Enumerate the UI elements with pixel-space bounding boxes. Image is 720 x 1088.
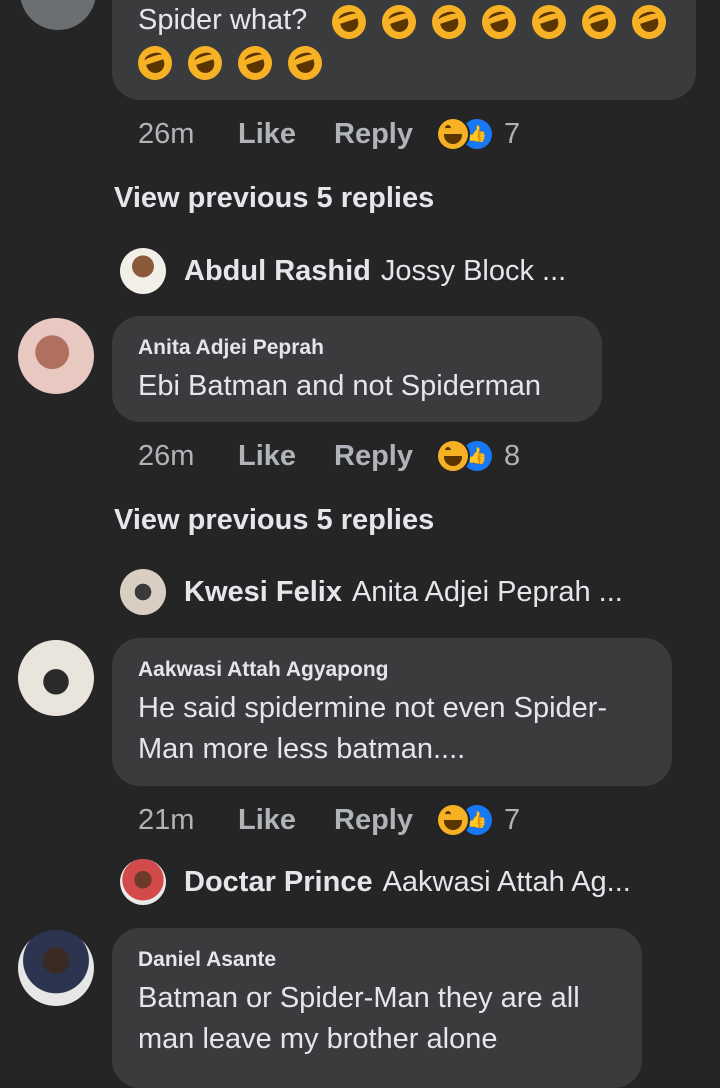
reply-snippet: Anita Adjei Peprah ... (351, 575, 623, 608)
reply-preview[interactable]: Kwesi Felix Anita Adjei Peprah ... (120, 568, 623, 616)
rofl-emoji-icon (233, 41, 277, 85)
comment-time: 26m (138, 439, 195, 472)
comment-text-line: Man more less batman.... (138, 733, 466, 765)
comment-text-line: He said spidermine not even Spider- (138, 692, 608, 724)
rofl-emoji-icon (577, 0, 621, 44)
laugh-reaction-icon (438, 805, 468, 835)
laugh-reaction-icon (438, 441, 468, 471)
reply-button[interactable]: Reply (334, 804, 438, 837)
comment-actions: 26m Like Reply 👍 8 (138, 436, 520, 476)
comment-text-line: man leave my brother alone (138, 1023, 498, 1055)
reaction-count: 7 (504, 803, 521, 836)
rofl-emoji-icon (133, 41, 177, 85)
comment-author-name[interactable]: Anita Adjei Peprah (138, 336, 324, 360)
reaction-count: 7 (504, 117, 521, 150)
avatar[interactable] (18, 640, 94, 716)
rofl-emoji-icon (283, 41, 327, 85)
view-previous-replies-link[interactable]: View previous 5 replies (114, 504, 434, 537)
rofl-emoji-icon (477, 0, 521, 44)
avatar[interactable] (120, 859, 166, 905)
reply-button[interactable]: Reply (334, 440, 438, 473)
reply-snippet: Jossy Block ... (380, 254, 567, 287)
like-button[interactable]: Like (238, 440, 334, 473)
avatar[interactable] (120, 248, 166, 294)
comment-text-line: Batman or Spider-Man they are all (138, 982, 580, 1014)
comment-actions: 21m Like Reply 👍 7 (138, 800, 520, 840)
reaction-summary[interactable]: 👍 8 (438, 440, 520, 473)
avatar-top-partial[interactable] (20, 0, 96, 30)
like-button[interactable]: Like (238, 804, 334, 837)
rofl-emoji-icon (627, 0, 671, 44)
reaction-count: 8 (504, 439, 521, 472)
reaction-summary[interactable]: 👍 7 (438, 804, 520, 837)
laugh-reaction-icon (438, 119, 468, 149)
emoji-row (133, 41, 338, 85)
rofl-emoji-icon (527, 0, 571, 44)
reply-author-name[interactable]: Abdul Rashid (184, 255, 371, 288)
reply-author-name[interactable]: Doctar Prince (184, 866, 373, 899)
like-button[interactable]: Like (238, 118, 334, 151)
comment-text-line: Spider what? (138, 0, 307, 41)
comment-bubble[interactable]: Aakwasi Attah Agyapong He said spidermin… (112, 638, 672, 786)
comment-text: Ebi Batman and not Spiderman (138, 370, 542, 402)
comment-bubble[interactable]: Spider what? (112, 0, 696, 100)
rofl-emoji-icon (427, 0, 471, 44)
reply-author-name[interactable]: Kwesi Felix (184, 576, 342, 609)
reply-preview[interactable]: Abdul Rashid Jossy Block ... (120, 247, 566, 295)
emoji-row (327, 0, 682, 44)
reaction-summary[interactable]: 👍 7 (438, 118, 520, 151)
comment-time: 26m (138, 117, 195, 150)
avatar[interactable] (18, 930, 94, 1006)
comment-time: 21m (138, 803, 195, 836)
rofl-emoji-icon (377, 0, 421, 44)
comment-bubble[interactable]: Daniel Asante Batman or Spider-Man they … (112, 928, 642, 1088)
comment-text: Spider what? (138, 4, 308, 36)
comment-author-name[interactable]: Aakwasi Attah Agyapong (138, 658, 388, 682)
rofl-emoji-icon (183, 41, 227, 85)
avatar[interactable] (18, 318, 94, 394)
view-previous-replies-link[interactable]: View previous 5 replies (114, 182, 434, 215)
avatar[interactable] (120, 569, 166, 615)
reply-button[interactable]: Reply (334, 118, 438, 151)
comment-actions: 26m Like Reply 👍 7 (138, 114, 520, 154)
rofl-emoji-icon (327, 0, 371, 44)
reply-snippet: Aakwasi Attah Ag... (382, 865, 631, 898)
comment-author-name[interactable]: Daniel Asante (138, 948, 276, 972)
comment-bubble[interactable]: Anita Adjei Peprah Ebi Batman and not Sp… (112, 316, 602, 422)
reply-preview[interactable]: Doctar Prince Aakwasi Attah Ag... (120, 858, 631, 906)
